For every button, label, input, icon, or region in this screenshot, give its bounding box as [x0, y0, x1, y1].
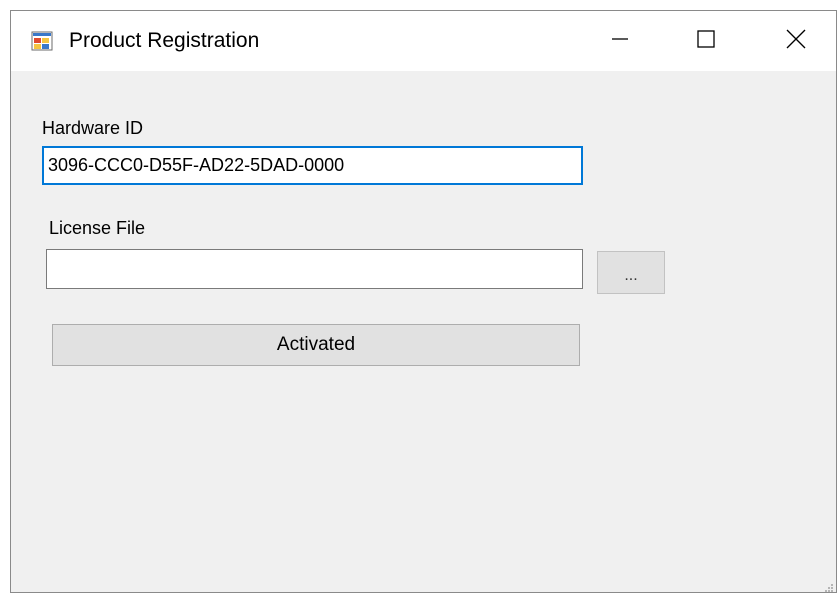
browse-button[interactable]: ...: [597, 251, 665, 294]
license-file-field[interactable]: [46, 249, 583, 289]
activate-button[interactable]: Activated: [52, 324, 580, 366]
minimize-icon: [610, 29, 630, 54]
hardware-id-field[interactable]: [42, 146, 583, 185]
resize-grip-icon[interactable]: [824, 580, 834, 592]
license-file-label: License File: [49, 218, 146, 238]
window-title: Product Registration: [69, 29, 260, 52]
registration-window: Product Registration Hardware ID License…: [10, 10, 837, 593]
close-button[interactable]: [753, 11, 838, 71]
title-bar[interactable]: Product Registration: [11, 11, 836, 71]
maximize-button[interactable]: [663, 11, 749, 71]
app-form-icon: [31, 30, 53, 52]
maximize-icon: [696, 29, 716, 54]
minimize-button[interactable]: [577, 11, 663, 71]
hardware-id-label: Hardware ID: [42, 118, 144, 138]
close-icon: [785, 28, 807, 55]
